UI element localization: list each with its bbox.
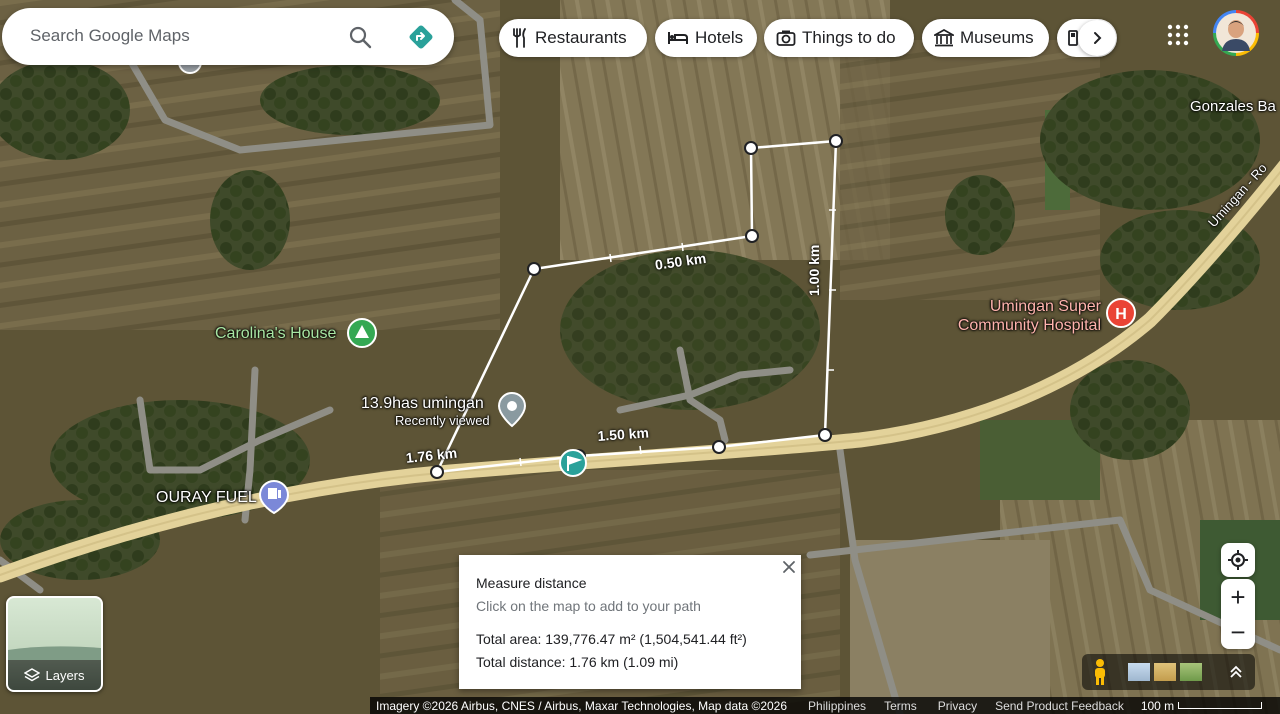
path-vertex[interactable]: [744, 141, 758, 155]
measure-total-distance: Total distance: 1.76 km (1.09 mi): [476, 654, 679, 670]
tree-cluster: [1040, 70, 1260, 210]
hospital-name-line2: Community Hospital: [957, 317, 1101, 334]
chip-scroll-right-button[interactable]: [1078, 20, 1116, 56]
scale-label[interactable]: 100 m: [1141, 699, 1174, 713]
chevron-right-icon: [1094, 32, 1102, 44]
chip-label: Restaurants: [535, 28, 627, 47]
search-input[interactable]: Search Google Maps: [30, 26, 190, 46]
search-box[interactable]: Search Google Maps: [2, 8, 454, 65]
layers-icon: [24, 668, 41, 682]
park-marker-icon[interactable]: [347, 318, 377, 348]
measure-distance-panel: Measure distance Click on the map to add…: [459, 555, 801, 689]
path-vertex[interactable]: [818, 428, 832, 442]
mini-layers-bar: [1082, 654, 1255, 690]
privacy-link[interactable]: Privacy: [938, 699, 977, 713]
field-patch: [850, 540, 1050, 714]
attribution-text: Imagery ©2026 Airbus, CNES / Airbus, Max…: [376, 698, 788, 713]
tree-cluster: [945, 175, 1015, 255]
feedback-link[interactable]: Send Product Feedback: [995, 699, 1124, 713]
flag-marker-icon[interactable]: [559, 449, 587, 477]
chip-hotels[interactable]: Hotels: [655, 19, 757, 57]
segment-label: 1.00 km: [806, 244, 822, 296]
path-vertex[interactable]: [712, 440, 726, 454]
chip-label: Things to do: [802, 28, 896, 47]
close-icon[interactable]: [782, 560, 796, 579]
path-vertex[interactable]: [745, 229, 759, 243]
zoom-controls: + −: [1221, 579, 1255, 649]
chip-label: Museums: [960, 28, 1034, 47]
fork-knife-icon: [513, 28, 526, 48]
terms-link[interactable]: Terms: [884, 699, 917, 713]
country-link[interactable]: Philippines: [808, 699, 866, 713]
layers-label-bar: Layers: [8, 660, 101, 690]
scale-bar: [1178, 702, 1263, 709]
chip-museums[interactable]: Museums: [922, 19, 1049, 57]
layer-thumb-default[interactable]: [1128, 663, 1150, 681]
measure-title: Measure distance: [476, 575, 587, 591]
zoom-out-button[interactable]: −: [1221, 614, 1255, 649]
tree-cluster: [1070, 360, 1190, 460]
path-vertex[interactable]: [430, 465, 444, 479]
directions-icon[interactable]: [408, 24, 434, 55]
svg-text:H: H: [1115, 306, 1127, 323]
place-label-fuel[interactable]: OURAY FUEL: [156, 489, 257, 507]
chip-restaurants[interactable]: Restaurants: [499, 19, 647, 57]
camera-icon: [776, 30, 796, 46]
layers-button[interactable]: Layers: [6, 596, 103, 692]
measure-hint: Click on the map to add to your path: [476, 598, 701, 614]
measure-total-area: Total area: 139,776.47 m² (1,504,541.44 …: [476, 631, 747, 647]
tree-cluster: [210, 170, 290, 270]
path-vertex[interactable]: [829, 134, 843, 148]
my-location-button[interactable]: [1221, 543, 1255, 577]
chip-things-to-do[interactable]: Things to do: [764, 19, 914, 57]
map-footer: Imagery ©2026 Airbus, CNES / Airbus, Max…: [370, 697, 1280, 714]
place-label-pin-title[interactable]: 13.9has umingan: [361, 395, 484, 413]
layer-thumb-satellite[interactable]: [1180, 663, 1202, 681]
place-label-hospital[interactable]: Umingan Super Community Hospital: [946, 297, 1101, 335]
hospital-name-line1: Umingan Super: [989, 298, 1101, 315]
profile-photo-icon: [1216, 13, 1256, 53]
crosshair-icon: [1228, 550, 1248, 570]
layers-label: Layers: [45, 667, 85, 683]
chip-label: Hotels: [695, 28, 744, 47]
layers-preview: [8, 646, 101, 660]
tree-cluster: [260, 65, 440, 135]
pegman-icon[interactable]: [1092, 658, 1108, 686]
avatar[interactable]: [1213, 10, 1259, 56]
place-label-pin-subtitle: Recently viewed: [395, 413, 490, 428]
museum-icon: [934, 29, 954, 47]
chevron-up-icon[interactable]: [1229, 665, 1243, 679]
search-icon[interactable]: [348, 25, 372, 54]
zoom-in-button[interactable]: +: [1221, 579, 1255, 614]
hospital-marker-icon[interactable]: H: [1106, 298, 1136, 328]
bed-icon: [668, 32, 688, 44]
place-label-carolina[interactable]: Carolina's House: [215, 325, 336, 343]
apps-grid-icon[interactable]: [1166, 23, 1190, 52]
path-vertex[interactable]: [527, 262, 541, 276]
layer-thumb-terrain[interactable]: [1154, 663, 1176, 681]
place-label-gonzales[interactable]: Gonzales Ba: [1190, 98, 1276, 115]
